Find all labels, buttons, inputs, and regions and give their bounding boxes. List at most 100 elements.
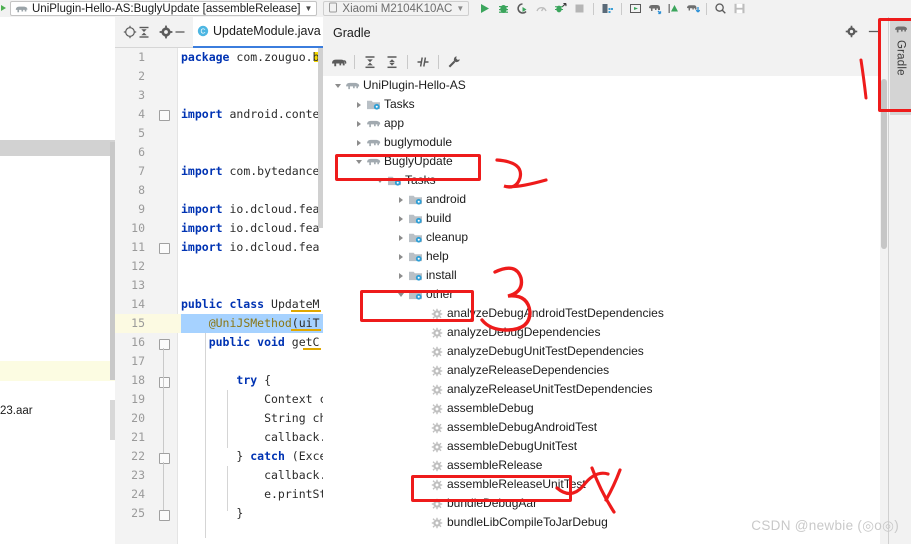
locate-file-icon[interactable] [123, 21, 137, 43]
toolbar-separator [621, 2, 623, 15]
gradle-tree-node[interactable]: assembleReleaseUnitTest [323, 475, 880, 494]
code-line[interactable]: public void getC [181, 333, 320, 352]
gradle-tree-node[interactable]: Tasks [323, 171, 880, 190]
project-tool-window[interactable]: 23.aar [0, 17, 116, 544]
run-coverage-icon[interactable] [514, 1, 531, 16]
download-icon[interactable] [684, 1, 701, 16]
chevron-right-icon[interactable] [352, 114, 365, 133]
chevron-right-icon[interactable] [394, 247, 407, 266]
tasks-folder-icon [386, 171, 403, 190]
gradle-tree-node-label: assembleDebugUnitTest [447, 439, 578, 453]
settings-gear-icon[interactable] [159, 21, 173, 43]
gradle-scrollbar-thumb[interactable] [881, 79, 887, 249]
gradle-task-tree[interactable]: UniPlugin-Hello-AS Tasks app buglymodule Bug… [323, 76, 880, 544]
chevron-down-icon[interactable]: ▼ [304, 4, 312, 13]
fold-marker-icon[interactable] [159, 453, 170, 464]
code-line[interactable]: package com.zouguo.b [181, 48, 319, 67]
expand-all-icon[interactable] [359, 51, 381, 73]
code-line[interactable]: import io.dcloud.fea [181, 219, 319, 238]
code-line[interactable]: } catch (Exce [181, 447, 323, 466]
gradle-tree-node[interactable]: BuglyUpdate [323, 152, 880, 171]
chevron-right-icon[interactable] [394, 209, 407, 228]
code-line[interactable]: callback. [181, 428, 323, 447]
gradle-tree-node[interactable]: other [323, 285, 880, 304]
collapse-all-icon[interactable] [381, 51, 403, 73]
chevron-down-icon[interactable] [394, 285, 407, 304]
fold-marker-icon[interactable] [159, 510, 170, 521]
gradle-tree-node[interactable]: Tasks [323, 95, 880, 114]
gradle-tree-node[interactable]: analyzeReleaseDependencies [323, 361, 880, 380]
settings-gear-icon[interactable] [845, 25, 858, 41]
code-line[interactable]: import io.dcloud.fea [181, 200, 319, 219]
attach-debugger-icon[interactable] [552, 1, 569, 16]
gradle-task-gear-icon [428, 380, 445, 399]
chevron-right-icon[interactable] [352, 95, 365, 114]
gradle-settings-wrench-icon[interactable] [443, 51, 465, 73]
device-selector[interactable]: Xiaomi M2104K10AC ▼ [323, 1, 470, 16]
gradle-tree-node[interactable]: help [323, 247, 880, 266]
gradle-tree-node[interactable]: buglymodule [323, 133, 880, 152]
gradle-tree-node[interactable]: UniPlugin-Hello-AS [323, 76, 880, 95]
upload-icon[interactable] [665, 1, 682, 16]
gradle-tree-node-label: Tasks [384, 97, 415, 111]
debug-icon[interactable] [495, 1, 512, 16]
gradle-tree-node[interactable]: assembleDebugAndroidTest [323, 418, 880, 437]
gradle-tree-node[interactable]: build [323, 209, 880, 228]
gradle-tree-node[interactable]: analyzeDebugUnitTestDependencies [323, 342, 880, 361]
code-line[interactable]: import android.conte [181, 105, 319, 124]
chevron-right-icon[interactable] [394, 266, 407, 285]
code-viewport[interactable]: 1 package com.zouguo.b 2 3 4 import android.c… [115, 48, 323, 544]
code-line[interactable]: String ch [181, 409, 323, 428]
gradle-tree-node[interactable]: cleanup [323, 228, 880, 247]
fold-marker-icon[interactable] [159, 377, 170, 388]
gradle-tree-node[interactable]: assembleDebug [323, 399, 880, 418]
gradle-task-gear-icon [428, 456, 445, 475]
chevron-right-icon[interactable] [394, 228, 407, 247]
gradle-tree-node[interactable]: android [323, 190, 880, 209]
execute-gradle-task-icon[interactable] [328, 51, 350, 73]
gradle-tree-node-label: bundleLibCompileToJarDebug [447, 515, 608, 529]
chevron-down-icon[interactable]: ▼ [456, 4, 464, 13]
collapse-all-icon[interactable] [137, 21, 151, 43]
code-line[interactable]: import io.dcloud.fea [181, 238, 319, 257]
editor-tab-updatemodule[interactable]: C UpdateModule.java × [193, 17, 323, 48]
hide-panel-icon[interactable] [173, 21, 187, 43]
run-configuration-selector[interactable]: UniPlugin-Hello-AS:BuglyUpdate [assemble… [10, 1, 318, 16]
project-file-label[interactable]: 23.aar [0, 405, 115, 417]
chevron-down-icon[interactable] [331, 76, 344, 95]
code-line[interactable]: try { [181, 371, 271, 390]
fold-marker-icon[interactable] [159, 110, 170, 121]
chevron-down-icon[interactable] [352, 152, 365, 171]
code-line[interactable]: } [181, 504, 243, 523]
fold-marker-icon[interactable] [159, 339, 170, 350]
fold-marker-icon[interactable] [159, 243, 170, 254]
gradle-tree-node[interactable]: assembleDebugUnitTest [323, 437, 880, 456]
hide-panel-icon[interactable] [867, 25, 880, 41]
code-line[interactable]: import com.bytedance [181, 162, 319, 181]
gradle-tree-node[interactable]: install [323, 266, 880, 285]
sync-gradle-icon[interactable] [646, 1, 663, 16]
avd-manager-icon[interactable] [599, 1, 616, 16]
search-icon[interactable] [712, 1, 729, 16]
gradle-tree-node-label: install [426, 268, 457, 282]
line-number: 10 [131, 221, 145, 235]
gradle-tree-node[interactable]: analyzeDebugAndroidTestDependencies [323, 304, 880, 323]
sdk-manager-icon[interactable] [627, 1, 644, 16]
run-icon[interactable] [476, 1, 493, 16]
code-line[interactable]: Context c [181, 390, 323, 409]
gradle-tree-node[interactable]: analyzeDebugDependencies [323, 323, 880, 342]
chevron-right-icon[interactable] [352, 133, 365, 152]
gradle-tree-node[interactable]: app [323, 114, 880, 133]
save-icon[interactable] [731, 1, 748, 16]
code-line[interactable]: e.printSt [181, 485, 323, 504]
chevron-right-icon[interactable] [394, 190, 407, 209]
gradle-tree-node[interactable]: analyzeReleaseUnitTestDependencies [323, 380, 880, 399]
gradle-tool-window-tab[interactable]: Gradle [890, 19, 911, 115]
gradle-tree-node[interactable]: assembleRelease [323, 456, 880, 475]
tasks-folder-icon [407, 285, 424, 304]
code-line[interactable]: callback. [181, 466, 323, 485]
chevron-down-icon[interactable] [373, 171, 386, 190]
toggle-offline-mode-icon[interactable] [412, 51, 434, 73]
code-fold-gutter[interactable] [150, 48, 178, 544]
gradle-tree-node[interactable]: bundleDebugAar [323, 494, 880, 513]
